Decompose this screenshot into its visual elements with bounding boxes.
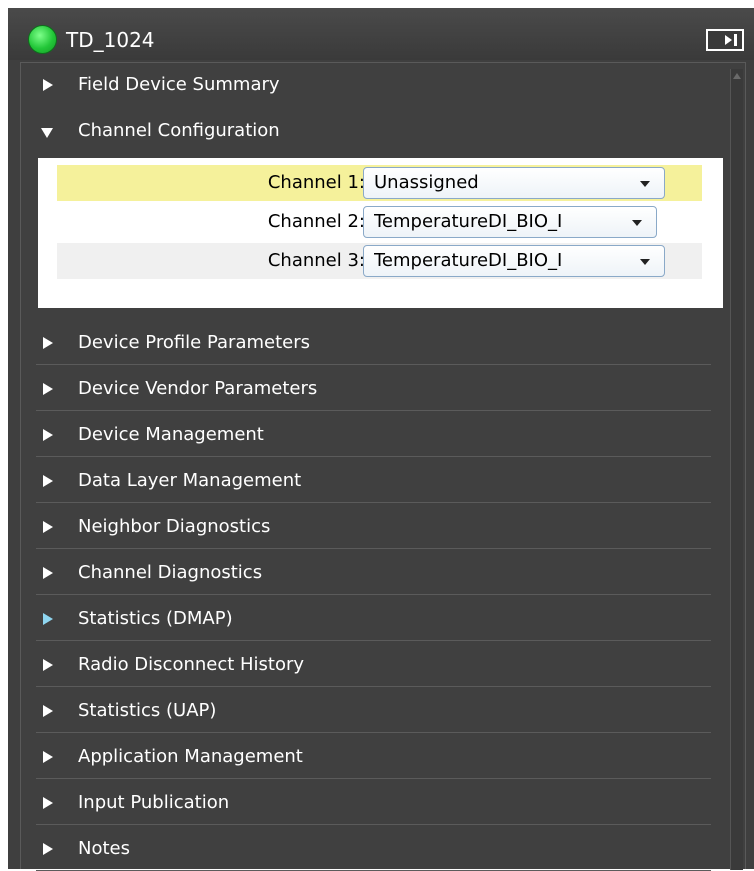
dropdown-arrow-icon bbox=[640, 259, 650, 265]
device-title: TD_1024 bbox=[66, 28, 155, 52]
section-channel-diagnostics[interactable]: Channel Diagnostics bbox=[21, 551, 711, 595]
divider bbox=[36, 686, 711, 687]
collapse-arrow-icon bbox=[41, 128, 53, 138]
expand-arrow-icon bbox=[43, 567, 53, 579]
divider bbox=[36, 778, 711, 779]
section-neighbor-diagnostics[interactable]: Neighbor Diagnostics bbox=[21, 505, 711, 549]
divider bbox=[36, 548, 711, 549]
panel-titlebar: TD_1024 bbox=[8, 8, 754, 60]
selected-value: TemperatureDI_BIO_I bbox=[374, 250, 563, 271]
expand-arrow-icon bbox=[43, 383, 53, 395]
section-label: Neighbor Diagnostics bbox=[78, 516, 271, 537]
expand-arrow-icon bbox=[43, 751, 53, 763]
channel-3-select[interactable]: TemperatureDI_BIO_I bbox=[363, 245, 665, 277]
selected-value: Unassigned bbox=[374, 172, 479, 193]
section-data-layer-management[interactable]: Data Layer Management bbox=[21, 459, 711, 503]
vertical-scrollbar[interactable] bbox=[730, 69, 743, 870]
device-panel: TD_1024 Field Device Summary Channel Con… bbox=[8, 8, 754, 871]
section-device-profile-parameters[interactable]: Device Profile Parameters bbox=[21, 321, 711, 365]
divider bbox=[36, 502, 711, 503]
expand-arrow-icon bbox=[43, 79, 53, 91]
section-device-vendor-parameters[interactable]: Device Vendor Parameters bbox=[21, 367, 711, 411]
channel-label: Channel 2: bbox=[267, 211, 365, 232]
channel-label: Channel 3: bbox=[267, 250, 365, 271]
dropdown-arrow-icon bbox=[632, 220, 642, 226]
expand-arrow-icon bbox=[43, 659, 53, 671]
channel-1-select[interactable]: Unassigned bbox=[363, 167, 665, 199]
divider bbox=[36, 824, 711, 825]
section-application-management[interactable]: Application Management bbox=[21, 735, 711, 779]
section-label: Input Publication bbox=[78, 792, 230, 813]
channel-row: Channel 2: TemperatureDI_BIO_I bbox=[57, 204, 702, 240]
divider bbox=[36, 410, 711, 411]
section-label: Statistics (DMAP) bbox=[78, 608, 233, 629]
expand-arrow-icon bbox=[43, 429, 53, 441]
section-label: Device Profile Parameters bbox=[78, 332, 310, 353]
section-label: Notes bbox=[78, 838, 130, 859]
section-field-device-summary[interactable]: Field Device Summary bbox=[21, 63, 711, 107]
dropdown-arrow-icon bbox=[640, 181, 650, 187]
expand-arrow-icon bbox=[43, 337, 53, 349]
section-label: Channel Diagnostics bbox=[78, 562, 263, 583]
section-radio-disconnect-history[interactable]: Radio Disconnect History bbox=[21, 643, 711, 687]
channel-2-select[interactable]: TemperatureDI_BIO_I bbox=[363, 206, 657, 238]
section-statistics-uap[interactable]: Statistics (UAP) bbox=[21, 689, 711, 733]
divider bbox=[36, 640, 711, 641]
section-label: Data Layer Management bbox=[78, 470, 302, 491]
expand-arrow-icon bbox=[43, 475, 53, 487]
divider bbox=[36, 456, 711, 457]
expand-arrow-icon bbox=[43, 521, 53, 533]
section-label: Device Management bbox=[78, 424, 264, 445]
channel-row: Channel 3: TemperatureDI_BIO_I bbox=[57, 243, 702, 279]
section-statistics-dmap[interactable]: Statistics (DMAP) bbox=[21, 597, 711, 641]
section-notes[interactable]: Notes bbox=[21, 827, 711, 871]
divider bbox=[36, 732, 711, 733]
divider bbox=[36, 594, 711, 595]
sections-container: Field Device Summary Channel Configurati… bbox=[20, 62, 746, 871]
bar-icon bbox=[734, 34, 737, 46]
section-label: Radio Disconnect History bbox=[78, 654, 305, 675]
section-label: Statistics (UAP) bbox=[78, 700, 217, 721]
expand-arrow-icon bbox=[43, 797, 53, 809]
divider bbox=[36, 364, 711, 365]
channel-row: Channel 1: Unassigned bbox=[57, 165, 702, 201]
status-indicator-icon bbox=[28, 25, 57, 54]
collapse-panel-button[interactable] bbox=[706, 29, 744, 51]
section-input-publication[interactable]: Input Publication bbox=[21, 781, 711, 825]
expand-arrow-icon bbox=[43, 613, 53, 625]
expand-arrow-icon bbox=[43, 843, 53, 855]
section-device-management[interactable]: Device Management bbox=[21, 413, 711, 457]
section-label: Channel Configuration bbox=[78, 120, 280, 141]
channel-configuration-body: Channel 1: Unassigned Channel 2: Tempera… bbox=[38, 158, 723, 308]
scroll-up-arrow-icon[interactable] bbox=[733, 73, 741, 79]
section-label: Application Management bbox=[78, 746, 303, 767]
section-channel-configuration[interactable]: Channel Configuration bbox=[21, 109, 711, 153]
selected-value: TemperatureDI_BIO_I bbox=[374, 211, 563, 232]
play-icon bbox=[725, 35, 732, 45]
section-label: Device Vendor Parameters bbox=[78, 378, 318, 399]
expand-arrow-icon bbox=[43, 705, 53, 717]
channel-label: Channel 1: bbox=[267, 172, 365, 193]
section-label: Field Device Summary bbox=[78, 74, 280, 95]
